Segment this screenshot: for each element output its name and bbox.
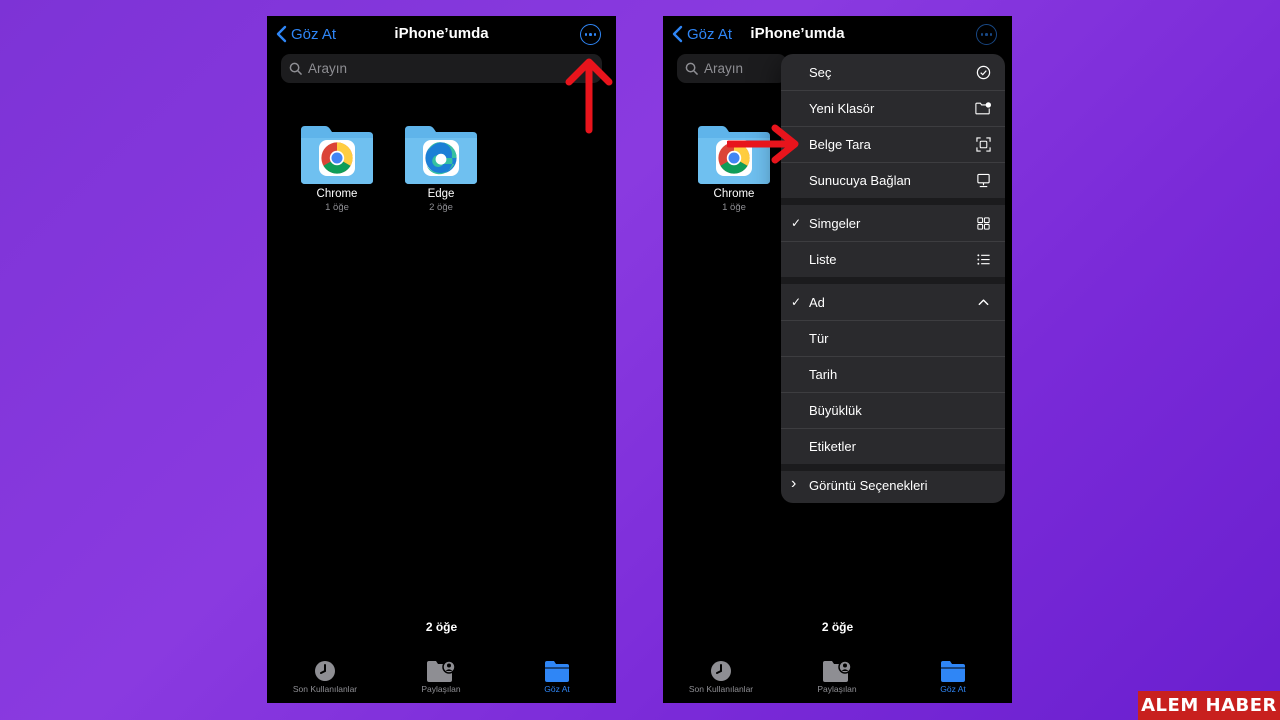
shared-folder-icon (823, 660, 852, 682)
folder-name: Chrome (713, 188, 755, 200)
item-count-footer: 2 öğe (821, 620, 854, 634)
phone-screen-right: Göz At iPhone’umda Arayın Chrome 1 öğe 2… (663, 16, 1012, 703)
chevron-up-icon (978, 298, 988, 305)
chevron-right-icon: › (791, 475, 797, 492)
folder-item-chrome[interactable]: Chrome 1 öğe (297, 124, 377, 213)
page-title: iPhone’umda (750, 25, 845, 42)
tab-label: Paylaşılan (817, 684, 857, 694)
tab-label: Göz At (544, 684, 570, 694)
menu-item-label: Görüntü Seçenekleri (809, 477, 928, 493)
more-options-menu: Seç Yeni Klasör Belge Tara Sunucuya Bağl… (781, 54, 1005, 503)
ellipsis-circle-icon[interactable] (976, 24, 997, 45)
folder-icon (299, 124, 375, 184)
search-icon (289, 62, 302, 75)
menu-item-label: Seç (809, 64, 832, 80)
clock-icon (315, 661, 335, 681)
edge-icon (423, 140, 459, 176)
menu-item-label: Ad (809, 294, 825, 310)
folder-name: Chrome (316, 188, 358, 200)
menu-item-label: Simgeler (809, 215, 861, 231)
page-title: iPhone’umda (394, 25, 489, 42)
menu-item-sort-kind[interactable]: Tür (781, 320, 1005, 356)
folder-item-count: 2 öğe (429, 202, 453, 213)
server-display-icon (976, 173, 990, 187)
tab-shared[interactable]: Paylaşılan (386, 656, 496, 694)
grid-icon (976, 216, 990, 230)
menu-item-connect-server[interactable]: Sunucuya Bağlan (781, 162, 1005, 198)
menu-item-label: Belge Tara (809, 136, 871, 152)
menu-item-label: Tür (809, 330, 829, 346)
checkmark-icon: ✓ (791, 216, 802, 230)
tab-recents[interactable]: Son Kullanılanlar (270, 656, 380, 694)
item-count-footer: 2 öğe (425, 620, 458, 634)
red-arrow-up-icon (565, 58, 613, 134)
tab-label: Göz At (940, 684, 966, 694)
clock-icon (711, 661, 731, 681)
search-icon (685, 62, 698, 75)
menu-item-sort-name[interactable]: ✓ Ad (781, 284, 1005, 320)
menu-item-view-options[interactable]: › Görüntü Seçenekleri (781, 467, 1005, 503)
folder-item-edge[interactable]: Edge 2 öğe (401, 124, 481, 213)
doc-scanner-icon (975, 136, 991, 152)
menu-item-select[interactable]: Seç (781, 54, 1005, 90)
menu-item-sort-tags[interactable]: Etiketler (781, 428, 1005, 464)
folder-item-count: 1 öğe (722, 202, 746, 213)
folder-icon (403, 124, 479, 184)
phone-screen-left: Göz At iPhone’umda Arayın Chrome 1 öğe E… (267, 16, 616, 703)
menu-item-label: Tarih (809, 366, 838, 382)
folder-name: Edge (427, 188, 455, 200)
tab-label: Paylaşılan (421, 684, 461, 694)
menu-item-sort-size[interactable]: Büyüklük (781, 392, 1005, 428)
menu-item-label: Büyüklük (809, 402, 862, 418)
red-arrow-right-icon (727, 124, 799, 164)
menu-item-label: Etiketler (809, 438, 856, 454)
menu-item-label: Sunucuya Bağlan (809, 172, 911, 188)
tab-bar: Son Kullanılanlar Paylaşılan Göz At (663, 656, 1012, 703)
menu-item-label: Yeni Klasör (809, 100, 875, 116)
tab-browse[interactable]: Göz At (502, 656, 612, 694)
menu-item-list-view[interactable]: Liste (781, 241, 1005, 277)
search-input[interactable]: Arayın (281, 54, 602, 83)
tab-recents[interactable]: Son Kullanılanlar (666, 656, 776, 694)
folder-icon (545, 661, 569, 682)
menu-item-label: Liste (809, 251, 837, 267)
chrome-icon (319, 140, 355, 176)
list-icon (976, 253, 990, 265)
ellipsis-circle-icon[interactable] (580, 24, 601, 45)
menu-item-scan-document[interactable]: Belge Tara (781, 126, 1005, 162)
tab-shared[interactable]: Paylaşılan (782, 656, 892, 694)
folder-badge-plus-icon (975, 101, 991, 114)
tab-label: Son Kullanılanlar (292, 684, 358, 694)
menu-item-icons-view[interactable]: ✓ Simgeler (781, 205, 1005, 241)
search-input[interactable]: Arayın (677, 54, 787, 83)
menu-item-sort-date[interactable]: Tarih (781, 356, 1005, 392)
watermark-logo: ALEM HABER (1138, 691, 1280, 720)
search-placeholder: Arayın (704, 61, 744, 76)
search-placeholder: Arayın (308, 61, 348, 76)
folder-icon (941, 661, 965, 682)
tab-browse[interactable]: Göz At (898, 656, 1008, 694)
tab-label: Son Kullanılanlar (688, 684, 754, 694)
tab-bar: Son Kullanılanlar Paylaşılan Göz At (267, 656, 616, 703)
checkmark-circle-icon (976, 65, 990, 79)
checkmark-icon: ✓ (791, 295, 802, 309)
folder-item-count: 1 öğe (325, 202, 349, 213)
menu-item-new-folder[interactable]: Yeni Klasör (781, 90, 1005, 126)
shared-folder-icon (427, 660, 456, 682)
